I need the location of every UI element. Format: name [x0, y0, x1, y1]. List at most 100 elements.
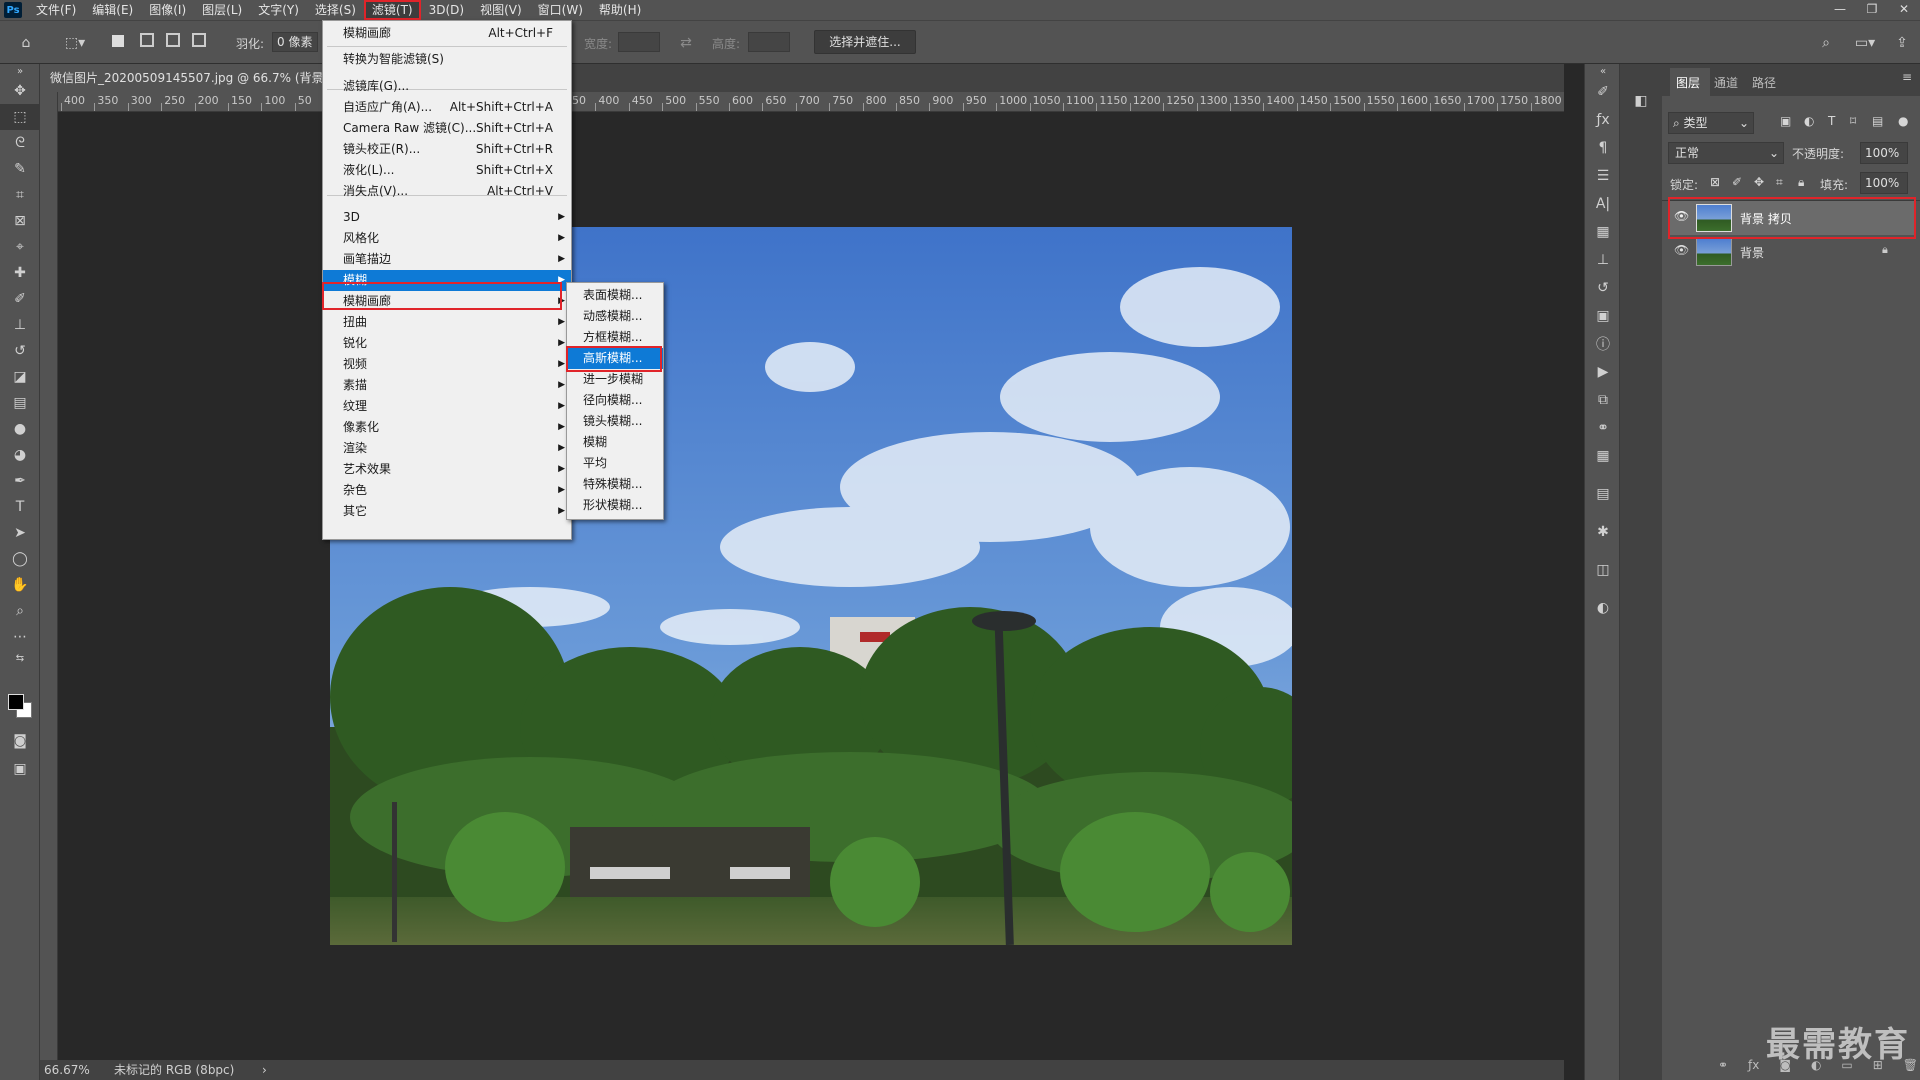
- fill-input[interactable]: 100%: [1860, 172, 1908, 194]
- visibility-eye-icon[interactable]: 👁︎: [1674, 243, 1689, 257]
- filter-menu-item[interactable]: 扭曲 ▶: [323, 312, 571, 333]
- filter-menu-item[interactable]: 消失点(V)... Alt+Ctrl+V: [323, 181, 571, 202]
- workspace-icon[interactable]: ▭▾: [1848, 31, 1882, 55]
- fx-icon[interactable]: ƒx: [1748, 1058, 1759, 1078]
- collapse-panels-icon[interactable]: «: [1585, 64, 1621, 78]
- visibility-eye-icon[interactable]: 👁︎: [1674, 209, 1689, 223]
- blur-submenu-item[interactable]: 平均: [567, 453, 663, 474]
- panel-menu-icon[interactable]: ≡: [1902, 70, 1912, 84]
- styles-icon[interactable]: ⚭: [1585, 414, 1621, 442]
- tab-channels[interactable]: 通道: [1714, 74, 1738, 91]
- filter-menu-item[interactable]: 画笔描边 ▶: [323, 249, 571, 270]
- menu-window[interactable]: 窗口(W): [530, 0, 591, 20]
- feather-input[interactable]: 0 像素: [272, 32, 318, 52]
- blur-submenu-item[interactable]: 表面模糊...: [567, 285, 663, 306]
- menu-view[interactable]: 视图(V): [472, 0, 530, 20]
- crop-tool-icon[interactable]: ⌗: [0, 182, 40, 208]
- new-selection-icon[interactable]: [112, 35, 124, 47]
- layer-row-background-copy[interactable]: 👁︎ 背景 拷贝: [1668, 201, 1914, 235]
- home-icon[interactable]: ⌂: [14, 31, 38, 55]
- opacity-input[interactable]: 100%: [1860, 142, 1908, 164]
- marquee-preset-icon[interactable]: ⬚▾: [60, 31, 90, 55]
- healing-tool-icon[interactable]: ✚: [0, 260, 40, 286]
- marquee-tool-icon[interactable]: ⬚: [0, 104, 40, 130]
- filter-menu-item[interactable]: 3D ▶: [323, 207, 571, 228]
- blur-tool-icon[interactable]: ●: [0, 416, 40, 442]
- filter-menu-item[interactable]: 其它 ▶: [323, 501, 571, 522]
- lasso-tool-icon[interactable]: ᘓ: [0, 130, 40, 156]
- menu-layer[interactable]: 图层(L): [194, 0, 250, 20]
- filter-menu-item[interactable]: 风格化 ▶: [323, 228, 571, 249]
- menu-edit[interactable]: 编辑(E): [84, 0, 141, 20]
- swap-icon[interactable]: ⇄: [674, 31, 698, 55]
- width-input[interactable]: [618, 32, 660, 52]
- filter-menu-item[interactable]: 模糊 ▶: [323, 270, 571, 291]
- menu-3d[interactable]: 3D(D): [421, 0, 472, 20]
- filter-menu-item[interactable]: 镜头校正(R)... Shift+Ctrl+R: [323, 139, 571, 160]
- filter-menu-item[interactable]: 模糊画廊 Alt+Ctrl+F: [323, 23, 571, 44]
- adjustment-filter-icon[interactable]: ◐: [1804, 114, 1814, 128]
- link-layers-icon[interactable]: ⚭: [1718, 1058, 1728, 1078]
- filter-menu-item[interactable]: 液化(L)... Shift+Ctrl+X: [323, 160, 571, 181]
- filter-menu-item[interactable]: 纹理 ▶: [323, 396, 571, 417]
- filter-menu-item[interactable]: Camera Raw 滤镜(C)... Shift+Ctrl+A: [323, 118, 571, 139]
- frame-tool-icon[interactable]: ⊠: [0, 208, 40, 234]
- menu-image[interactable]: 图像(I): [141, 0, 194, 20]
- restore-icon[interactable]: ❐: [1856, 0, 1888, 20]
- navigator-icon[interactable]: ◫: [1585, 556, 1621, 584]
- history-icon[interactable]: ↺: [1585, 274, 1621, 302]
- ellipse-tool-icon[interactable]: ◯: [0, 546, 40, 572]
- zoom-level[interactable]: 66.67%: [44, 1060, 90, 1080]
- pixel-filter-icon[interactable]: ▣: [1780, 114, 1791, 128]
- quick-select-tool-icon[interactable]: ✎: [0, 156, 40, 182]
- filter-menu-item[interactable]: 转换为智能滤镜(S): [323, 49, 571, 70]
- minimize-icon[interactable]: —: [1824, 0, 1856, 20]
- pen-tool-icon[interactable]: ✒: [0, 468, 40, 494]
- blur-submenu-item[interactable]: 特殊模糊...: [567, 474, 663, 495]
- dodge-tool-icon[interactable]: ◕: [0, 442, 40, 468]
- lock-artboard-icon[interactable]: ⌗: [1776, 175, 1783, 190]
- history-brush-icon[interactable]: ↺: [0, 338, 40, 364]
- tab-paths[interactable]: 路径: [1752, 74, 1776, 91]
- properties-icon[interactable]: ▦: [1585, 218, 1621, 246]
- menu-help[interactable]: 帮助(H): [591, 0, 649, 20]
- settings-icon[interactable]: ✱: [1585, 518, 1621, 546]
- filter-menu-item[interactable]: 模糊画廊 ▶: [323, 291, 571, 312]
- filter-menu-item[interactable]: 视频 ▶: [323, 354, 571, 375]
- blur-submenu-item[interactable]: 形状模糊...: [567, 495, 663, 516]
- blur-submenu-item[interactable]: 模糊: [567, 432, 663, 453]
- swatches-icon[interactable]: ⧉: [1585, 386, 1621, 414]
- quick-mask-icon[interactable]: ◙: [0, 728, 40, 754]
- type-tool-icon[interactable]: T: [0, 494, 40, 520]
- layer-row-background[interactable]: 👁︎ 背景 🔒︎: [1668, 235, 1914, 269]
- lock-image-icon[interactable]: ✐: [1732, 175, 1742, 189]
- smart-object-filter-icon[interactable]: ▤: [1872, 114, 1883, 128]
- filter-menu-item[interactable]: 渲染 ▶: [323, 438, 571, 459]
- share-icon[interactable]: ⇪: [1890, 31, 1914, 55]
- blur-submenu-item[interactable]: 径向模糊...: [567, 390, 663, 411]
- filter-menu-item[interactable]: 锐化 ▶: [323, 333, 571, 354]
- status-arrow-icon[interactable]: ›: [262, 1060, 267, 1080]
- character-icon[interactable]: A|: [1585, 190, 1621, 218]
- move-tool-icon[interactable]: ✥: [0, 78, 40, 104]
- gradient-tool-icon[interactable]: ▤: [0, 390, 40, 416]
- filter-menu-item[interactable]: 滤镜库(G)...: [323, 76, 571, 97]
- color-icon[interactable]: ◐: [1585, 594, 1621, 622]
- blend-mode-select[interactable]: 正常 ⌄: [1668, 142, 1784, 164]
- intersect-selection-icon[interactable]: [192, 33, 206, 47]
- blur-submenu-item[interactable]: 方框模糊...: [567, 327, 663, 348]
- document-tab[interactable]: 微信图片_20200509145507.jpg @ 66.7% (背景 拷: [40, 64, 330, 92]
- menu-select[interactable]: 选择(S): [307, 0, 364, 20]
- libraries-icon[interactable]: ▣: [1585, 302, 1621, 330]
- height-input[interactable]: [748, 32, 790, 52]
- menu-filter[interactable]: 滤镜(T): [363, 0, 421, 20]
- collapse-icon[interactable]: »: [0, 64, 40, 78]
- filter-menu-item[interactable]: 杂色 ▶: [323, 480, 571, 501]
- hand-tool-icon[interactable]: ✋: [0, 572, 40, 598]
- tab-layers[interactable]: 图层: [1676, 74, 1700, 91]
- add-selection-icon[interactable]: [140, 33, 154, 47]
- blur-submenu-item[interactable]: 动感模糊...: [567, 306, 663, 327]
- filter-menu-item[interactable]: 像素化 ▶: [323, 417, 571, 438]
- blur-submenu-item[interactable]: 高斯模糊...: [567, 348, 663, 369]
- filter-menu-item[interactable]: 自适应广角(A)... Alt+Shift+Ctrl+A: [323, 97, 571, 118]
